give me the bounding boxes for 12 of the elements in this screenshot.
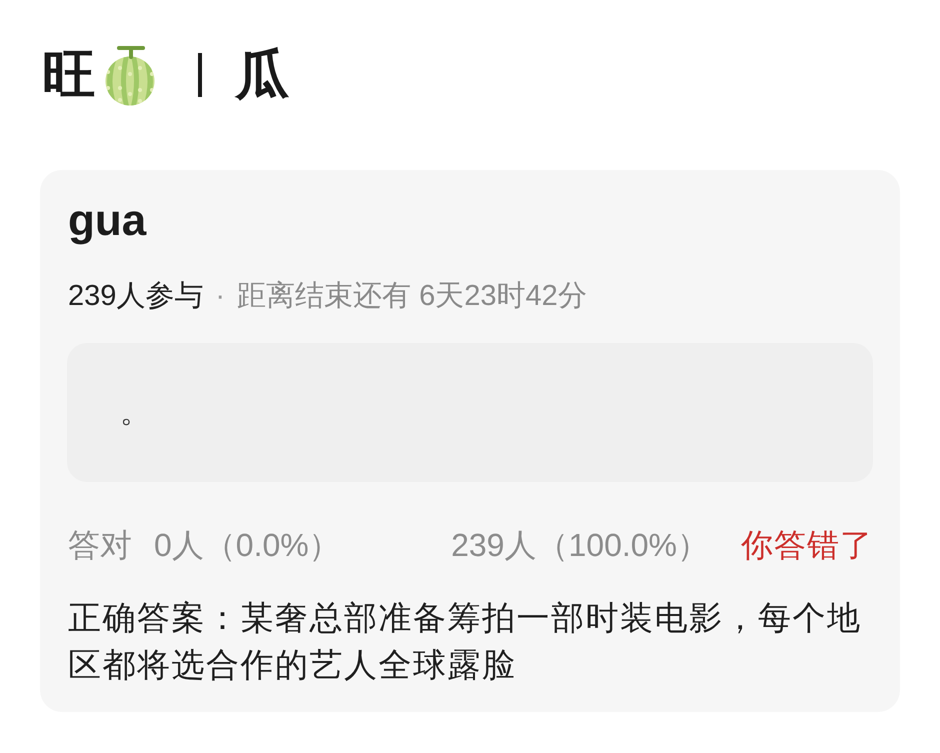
option-text: 。 [120,394,150,430]
other-count: 239人（100.0%） [451,526,709,565]
quiz-title: gua [68,196,148,246]
correct-label: 答对 [68,526,132,565]
participant-count: 239人参与 [68,279,204,314]
title-text: 瓜 [235,48,289,102]
correct-count: 0人（0.0%） [154,526,341,565]
countdown-text: 距离结束还有 6天23时42分 [237,279,587,314]
title-text: 旺 [42,48,96,102]
result-text: 你答错了 [741,526,873,565]
separator-dot: · [215,279,226,314]
correct-answer-text: 正确答案：某奢总部准备筹拍一部时装电影，每个地区都将选合作的艺人全球露脸 [68,598,862,685]
